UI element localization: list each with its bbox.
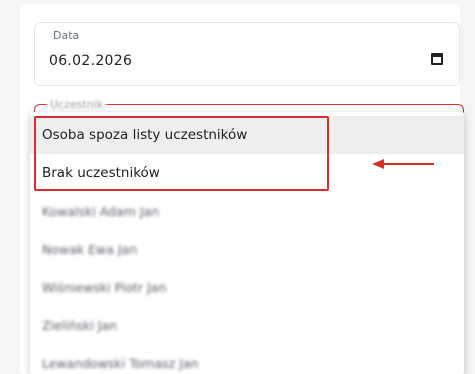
date-field-value[interactable]: 06.02.2026 (49, 53, 132, 69)
dropdown-option-participant[interactable]: Lewandowski Tomasz Jan (30, 344, 464, 374)
option-label: Kowalski Adam Jan (42, 203, 160, 219)
date-field-label: Data (51, 29, 82, 42)
dropdown-option-participant[interactable]: Wiśniewski Piotr Jan (30, 268, 464, 306)
annotation-arrow-icon (372, 159, 434, 169)
option-label: Wiśniewski Piotr Jan (42, 279, 167, 295)
participant-select-label: Uczestnik (47, 98, 107, 111)
dropdown-option-participant[interactable]: Zieliński Jan (30, 306, 464, 344)
arrow-shaft (382, 163, 434, 165)
dropdown-option-participant[interactable]: Nowak Ewa Jan (30, 230, 464, 268)
annotation-highlight-box (34, 116, 329, 191)
date-field[interactable]: Data 06.02.2026 (34, 22, 460, 86)
option-label: Lewandowski Tomasz Jan (42, 355, 199, 371)
dropdown-option-participant[interactable]: Kowalski Adam Jan (30, 192, 464, 230)
form-background: Data 06.02.2026 Uczestnik Osoba spoza li… (0, 0, 475, 374)
option-label: Nowak Ewa Jan (42, 241, 138, 257)
option-label: Zieliński Jan (42, 317, 118, 333)
calendar-icon[interactable] (431, 53, 443, 65)
